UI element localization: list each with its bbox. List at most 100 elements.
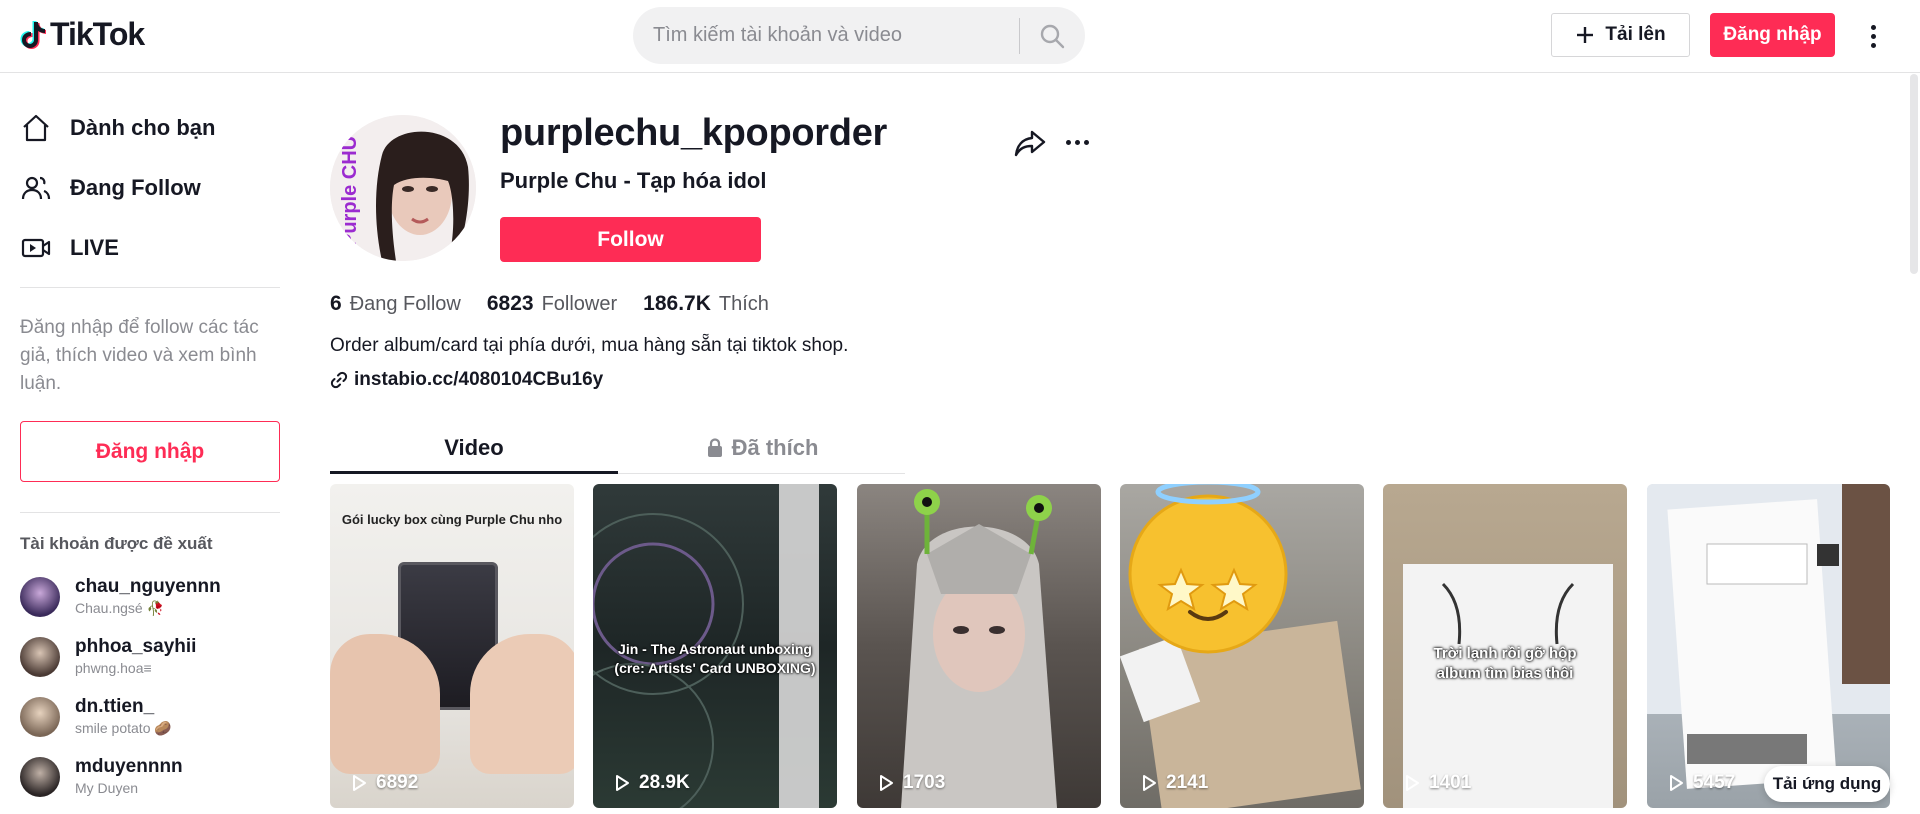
view-count-text: 1703: [903, 772, 946, 793]
video-card[interactable]: 2141: [1120, 484, 1364, 808]
tiktok-logo[interactable]: TikTok: [20, 16, 145, 53]
view-count: 28.9K: [613, 772, 690, 794]
account-name: mduyennnn: [75, 756, 183, 777]
likes-label: Thích: [718, 293, 769, 315]
video-caption: Gói lucky box cùng Purple Chu nho: [341, 512, 563, 527]
tiktok-logo-icon: [20, 20, 46, 49]
followers-label: Follower: [541, 293, 618, 315]
live-icon: [21, 238, 51, 258]
profile-nickname: Purple Chu - Tạp hóa idol: [500, 168, 767, 193]
view-count: 6892: [350, 772, 418, 794]
video-card[interactable]: 1703: [857, 484, 1101, 808]
play-icon: [880, 775, 893, 791]
upload-button[interactable]: Tải lên: [1551, 13, 1690, 57]
hand-image: [330, 634, 440, 774]
likes-count: 186.7K: [643, 292, 711, 315]
sidebar: Dành cho bạn Đang Follow LIVE Đăng nhập …: [0, 74, 300, 814]
profile-stats: 6 Đang Follow 6823 Follower 186.7K Thích: [330, 292, 795, 316]
follow-button[interactable]: Follow: [500, 217, 761, 262]
avatar: [20, 637, 60, 677]
header-login-button[interactable]: Đăng nhập: [1710, 13, 1835, 57]
tab-video[interactable]: Video: [330, 424, 618, 472]
video-card[interactable]: Gói lucky box cùng Purple Chu nho 6892: [330, 484, 574, 808]
tab-label: Video: [444, 435, 504, 460]
view-count-text: 28.9K: [639, 772, 690, 793]
play-icon: [1670, 775, 1683, 791]
more-options-button[interactable]: [1862, 18, 1884, 54]
video-thumbnail: [1120, 484, 1361, 808]
sidebar-item-label: LIVE: [70, 235, 119, 260]
video-card[interactable]: 5457: [1647, 484, 1890, 808]
view-count-text: 2141: [1166, 772, 1209, 793]
profile-username: purplechu_kpoporder: [500, 112, 888, 154]
search-input[interactable]: [653, 15, 1019, 56]
profile-more-button[interactable]: [1066, 130, 1096, 154]
avatar: [20, 697, 60, 737]
dot-icon: [1075, 139, 1080, 145]
sidebar-item-for-you[interactable]: Dành cho bạn: [20, 112, 215, 144]
login-hint: Đăng nhập để follow các tác giả, thích v…: [20, 317, 259, 394]
dot-icon: [1870, 24, 1876, 30]
suggested-account[interactable]: mduyennnn My Duyen: [20, 756, 183, 798]
account-name: dn.ttien_: [75, 696, 155, 717]
suggested-account[interactable]: dn.ttien_ smile potato 🥔: [20, 696, 172, 738]
avatar: [20, 577, 60, 617]
avatar-image: Purple CHU: [330, 115, 476, 261]
upload-label: Tải lên: [1605, 24, 1666, 45]
share-icon[interactable]: [1013, 126, 1047, 160]
tab-liked[interactable]: Đã thích: [618, 424, 906, 472]
profile-avatar[interactable]: Purple CHU: [330, 115, 476, 261]
suggested-accounts-title: Tài khoản được đề xuất: [20, 534, 213, 553]
dot-icon: [1066, 139, 1071, 145]
search-bar: [633, 7, 1085, 64]
suggested-account[interactable]: phhoa_sayhii phwng.hoa≡: [20, 636, 196, 678]
view-count: 5457: [1667, 772, 1735, 794]
play-icon: [1406, 775, 1419, 791]
top-header: TikTok Tải lên Đăng nhập: [0, 0, 1920, 73]
sidebar-item-live[interactable]: LIVE: [20, 232, 119, 264]
home-icon: [23, 114, 49, 142]
video-caption: Trời lạnh rồi gỡ hộp album tìm bias thôi: [1433, 645, 1577, 682]
play-icon: [616, 775, 629, 791]
dot-icon: [1870, 33, 1876, 39]
link-icon: [330, 371, 348, 389]
get-app-button[interactable]: Tải ứng dụng: [1764, 766, 1890, 802]
play-icon: [353, 775, 366, 791]
account-name: chau_nguyennn: [75, 576, 221, 597]
video-thumbnail: [901, 489, 1057, 808]
hand-image: [470, 634, 574, 774]
sidebar-item-following[interactable]: Đang Follow: [20, 172, 201, 204]
profile-link[interactable]: instabio.cc/4080104CBu16y: [330, 369, 603, 391]
plus-icon: [1577, 27, 1594, 43]
account-nickname: My Duyen: [75, 780, 139, 796]
logo-text: TikTok: [50, 16, 145, 52]
dot-icon: [1870, 42, 1876, 48]
users-icon: [21, 176, 51, 200]
dot-icon: [1084, 139, 1089, 145]
account-nickname: phwng.hoa≡: [75, 660, 152, 676]
following-count: 6: [330, 292, 342, 315]
view-count-text: 6892: [376, 772, 419, 793]
video-card[interactable]: Jin - The Astronaut unboxing (cre: Artis…: [593, 484, 837, 808]
view-count: 1401: [1403, 772, 1471, 794]
profile-link-text: instabio.cc/4080104CBu16y: [354, 369, 604, 390]
view-count: 2141: [1140, 772, 1208, 794]
divider: [20, 512, 280, 513]
sidebar-login-button[interactable]: Đăng nhập: [20, 421, 280, 482]
profile-tabs: Video Đã thích: [330, 424, 905, 474]
divider: [20, 287, 280, 288]
play-icon: [1143, 775, 1156, 791]
avatar-watermark: Purple CHU: [339, 136, 361, 247]
tab-label: Đã thích: [731, 435, 819, 460]
search-button[interactable]: [1020, 7, 1085, 64]
search-icon: [1041, 24, 1065, 48]
avatar: [20, 757, 60, 797]
account-nickname: smile potato 🥔: [75, 720, 172, 736]
video-caption: Jin - The Astronaut unboxing (cre: Artis…: [614, 641, 816, 676]
page-scrollbar[interactable]: [1910, 74, 1918, 274]
view-count-text: 1401: [1429, 772, 1472, 793]
followers-count: 6823: [486, 292, 534, 315]
video-card[interactable]: Trời lạnh rồi gỡ hộp album tìm bias thôi…: [1383, 484, 1627, 808]
profile-bio: Order album/card tại phía dưới, mua hàng…: [330, 335, 849, 356]
suggested-account[interactable]: chau_nguyennn Chau.ngsé 🥀: [20, 576, 221, 618]
